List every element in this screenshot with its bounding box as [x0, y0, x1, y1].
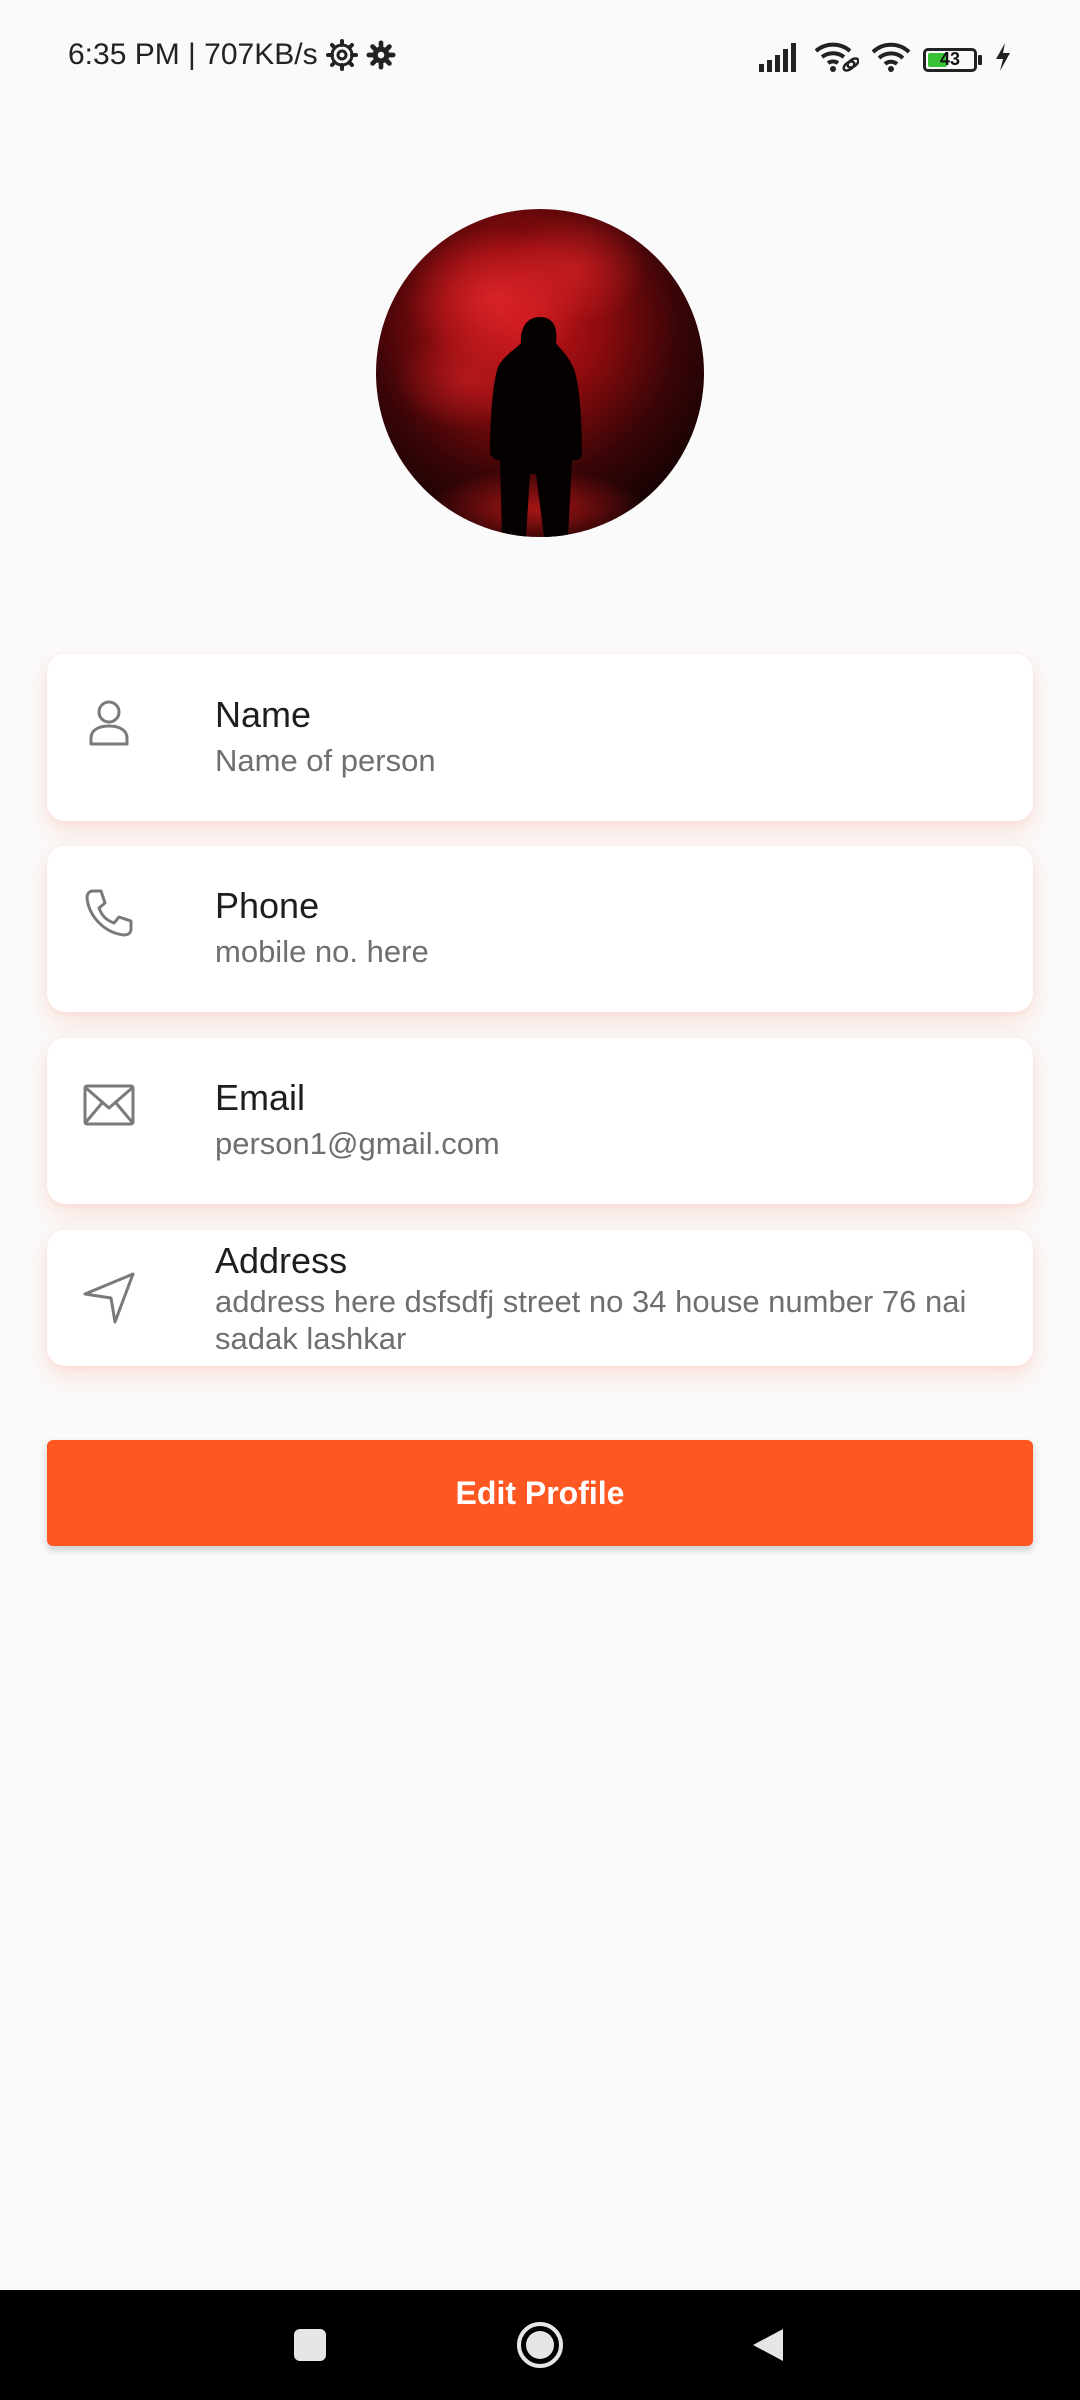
wifi-link-icon: [813, 40, 860, 79]
envelope-icon: [83, 1079, 135, 1131]
navigation-arrow-icon: [83, 1272, 135, 1324]
signal-icon: [759, 42, 801, 77]
battery-icon: 43: [923, 47, 982, 72]
back-triangle-icon[interactable]: [712, 2290, 822, 2400]
email-card[interactable]: Email person1@gmail.com: [47, 1038, 1033, 1204]
phone-card[interactable]: Phone mobile no. here: [47, 846, 1033, 1012]
name-card[interactable]: Name Name of person: [47, 654, 1033, 821]
email-value: person1@gmail.com: [215, 1126, 500, 1161]
time-and-network-speed: 6:35 PM | 707KB/s: [68, 38, 318, 71]
phone-value: mobile no. here: [215, 934, 429, 969]
name-value: Name of person: [215, 743, 436, 778]
gear-outline-icon: [325, 39, 358, 71]
charging-icon: [994, 43, 1012, 76]
address-card[interactable]: Address address here dsfsdfj street no 3…: [47, 1230, 1033, 1366]
gear-icon: [366, 40, 396, 70]
phone-title: Phone: [215, 885, 320, 926]
edit-profile-button[interactable]: Edit Profile: [47, 1440, 1033, 1546]
email-title: Email: [215, 1077, 306, 1118]
home-circle-icon[interactable]: [485, 2290, 595, 2400]
wifi-icon: [871, 41, 911, 78]
address-value: address here dsfsdfj street no 34 house …: [215, 1284, 967, 1356]
person-icon: [83, 696, 135, 748]
status-right: 43: [759, 40, 1012, 79]
address-title: Address: [215, 1240, 348, 1281]
recents-square-icon[interactable]: [255, 2290, 365, 2400]
profile-avatar[interactable]: [376, 209, 704, 537]
battery-level: 43: [939, 48, 961, 69]
name-title: Name: [215, 694, 312, 735]
status-left: 6:35 PM | 707KB/s: [68, 38, 396, 72]
status-bar: 6:35 PM | 707KB/s 43: [0, 0, 1080, 120]
phone-icon: [83, 887, 135, 939]
navigation-bar: [0, 2290, 1080, 2400]
